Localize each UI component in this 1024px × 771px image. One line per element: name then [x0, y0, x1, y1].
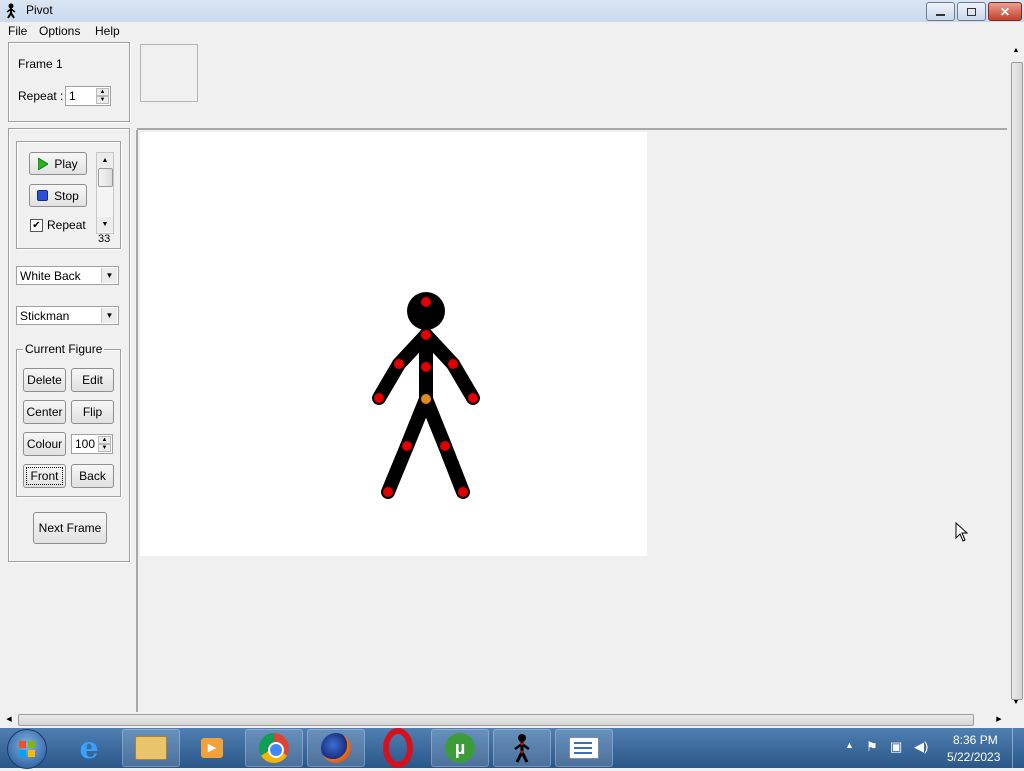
frame-repeat-value: 1: [69, 89, 76, 103]
speed-scroll-thumb[interactable]: [98, 168, 113, 187]
horizontal-scrollbar[interactable]: ◀ ▶: [0, 712, 1008, 727]
show-hidden-icons-icon[interactable]: ▲: [845, 740, 854, 750]
pivot-stickman-icon[interactable]: [493, 729, 551, 767]
background-select[interactable]: White Back ▼: [16, 266, 119, 285]
opera-icon[interactable]: [369, 728, 427, 768]
file-explorer-icon[interactable]: [122, 729, 180, 767]
repeat-checkbox-label: Repeat: [47, 218, 86, 232]
next-frame-button[interactable]: Next Frame: [33, 512, 107, 544]
chevron-down-icon: ▼: [101, 308, 117, 323]
vertical-scroll-thumb[interactable]: [1011, 62, 1023, 700]
scroll-up-icon[interactable]: ▲: [1008, 44, 1024, 58]
volume-icon[interactable]: ◀): [914, 739, 928, 755]
mouse-cursor-icon: [955, 522, 969, 542]
spin-up-icon[interactable]: ▲: [98, 436, 111, 444]
spin-down-icon[interactable]: ▼: [98, 444, 111, 452]
restore-button[interactable]: [957, 2, 986, 21]
minimize-icon: [936, 13, 945, 16]
figure-select[interactable]: Stickman ▼: [16, 306, 119, 325]
stop-button[interactable]: Stop: [29, 184, 87, 207]
utorrent-icon[interactable]: µ: [431, 729, 489, 767]
restore-icon: [967, 7, 976, 16]
chevron-down-icon: ▼: [101, 268, 117, 283]
scroll-up-icon[interactable]: ▲: [97, 153, 113, 168]
play-label: Play: [54, 156, 78, 171]
front-button[interactable]: Front: [23, 464, 66, 488]
task-list-icon[interactable]: [555, 729, 613, 767]
play-button[interactable]: Play: [29, 152, 87, 175]
colour-button[interactable]: Colour: [23, 432, 66, 456]
frame-thumbnail[interactable]: [140, 44, 198, 102]
clock-time[interactable]: 8:36 PM: [953, 733, 998, 747]
frame-repeat-label: Repeat :: [18, 89, 64, 103]
joint-handle: [421, 362, 431, 372]
playback-box: Play Stop ✔ Repeat ▲ ▼ 33: [16, 141, 121, 249]
workspace: [136, 130, 1010, 712]
scroll-down-icon[interactable]: ▼: [97, 217, 113, 232]
anchor-joint-handle: [421, 394, 431, 404]
frame-panel: Frame 1 Repeat : 1 ▲ ▼: [8, 42, 130, 122]
speed-scrollbar[interactable]: ▲ ▼: [96, 152, 114, 234]
colour-value: 100: [75, 437, 96, 451]
spin-up-icon[interactable]: ▲: [96, 88, 109, 96]
joint-handle: [374, 393, 384, 403]
joint-handle: [468, 393, 478, 403]
tool-panel: Play Stop ✔ Repeat ▲ ▼ 33 White Back ▼ S…: [8, 128, 130, 562]
spin-down-icon[interactable]: ▼: [96, 96, 109, 104]
internet-explorer-icon[interactable]: e: [60, 729, 118, 767]
taskbar: e ▶ µ ▲ ⚑ ▣ ◀) 8:36 PM 5/22/2023: [0, 728, 1024, 769]
joint-handle: [448, 359, 458, 369]
close-button[interactable]: ✕: [988, 2, 1022, 21]
chrome-icon[interactable]: [245, 729, 303, 767]
stop-label: Stop: [54, 188, 79, 203]
frame-repeat-stepper[interactable]: 1 ▲ ▼: [65, 86, 111, 106]
menu-bar: File Options Help: [0, 22, 1024, 41]
close-icon: ✕: [999, 4, 1011, 19]
window-title: Pivot: [26, 3, 53, 17]
minimize-button[interactable]: [926, 2, 955, 21]
frame-strip: [137, 42, 1007, 130]
scroll-down-icon[interactable]: ▼: [1008, 696, 1024, 710]
joint-handle: [440, 441, 450, 451]
stickman-figure[interactable]: [140, 132, 647, 556]
joint-handle: [421, 297, 431, 307]
center-button[interactable]: Center: [23, 400, 66, 424]
stop-icon: [37, 190, 49, 201]
action-center-icon[interactable]: ⚑: [866, 739, 878, 755]
flip-button[interactable]: Flip: [71, 400, 114, 424]
firefox-icon[interactable]: [307, 729, 365, 767]
clock-date[interactable]: 5/22/2023: [947, 750, 1000, 764]
title-bar: Pivot ✕: [0, 0, 1024, 23]
edit-button[interactable]: Edit: [71, 368, 114, 392]
network-icon[interactable]: ▣: [890, 739, 902, 755]
back-button[interactable]: Back: [71, 464, 114, 488]
repeat-checkbox[interactable]: ✔: [30, 219, 43, 232]
joint-handle: [402, 441, 412, 451]
current-figure-label: Current Figure: [23, 342, 105, 356]
menu-help[interactable]: Help: [95, 24, 120, 38]
joint-handle: [383, 487, 393, 497]
scroll-left-icon[interactable]: ◀: [2, 712, 16, 727]
colour-stepper[interactable]: 100 ▲ ▼: [71, 434, 113, 454]
scroll-right-icon[interactable]: ▶: [992, 712, 1006, 727]
play-icon: [38, 157, 49, 170]
canvas[interactable]: [140, 132, 647, 556]
windows-start-icon[interactable]: [7, 729, 47, 769]
show-desktop-button[interactable]: [1012, 728, 1024, 768]
menu-file[interactable]: File: [8, 24, 27, 38]
speed-value: 33: [98, 233, 111, 245]
frame-label: Frame 1: [18, 57, 63, 71]
vertical-scrollbar[interactable]: ▲ ▼: [1008, 42, 1024, 712]
figure-select-value: Stickman: [20, 309, 70, 323]
delete-button[interactable]: Delete: [23, 368, 66, 392]
media-player-icon[interactable]: ▶: [183, 729, 241, 767]
joint-handle: [421, 330, 431, 340]
current-figure-group: Current Figure Delete Edit Center Flip C…: [16, 342, 121, 497]
background-select-value: White Back: [20, 269, 81, 283]
horizontal-scroll-thumb[interactable]: [18, 714, 974, 726]
joint-handle: [394, 359, 404, 369]
joint-handle: [458, 487, 468, 497]
stickman-icon: [6, 3, 16, 19]
menu-options[interactable]: Options: [39, 24, 80, 38]
